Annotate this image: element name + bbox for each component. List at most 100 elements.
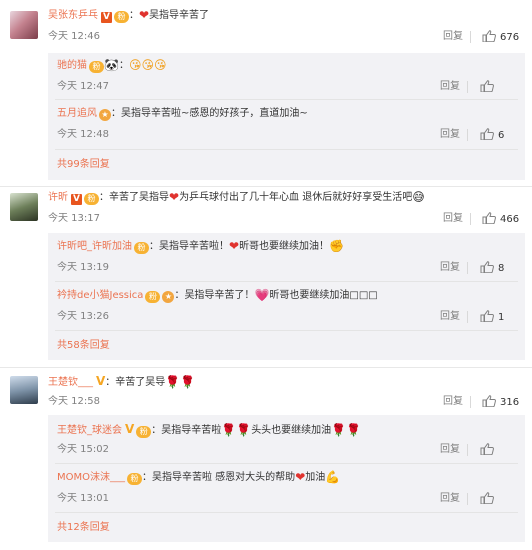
comment-header: 吴张东乒乓 V 粉：❤吴指导辛苦了: [48, 8, 209, 24]
reply-text-2: 昕哥也要继续加油！: [239, 241, 330, 252]
colon-separator: ：: [151, 425, 162, 436]
heart-emoji-icon: ❤: [295, 470, 306, 484]
thumbs-up-icon: [480, 443, 494, 455]
reply-button[interactable]: 回复: [440, 80, 460, 94]
colon-separator: ：: [99, 192, 109, 203]
comment-text: 辛苦了吴指导: [109, 192, 169, 203]
like-button[interactable]: 8: [480, 261, 504, 276]
reply-username-link[interactable]: 五月追风: [57, 108, 97, 119]
grin-emoji-icon: 😅: [412, 190, 425, 204]
reply-button[interactable]: 回复: [440, 492, 460, 506]
like-button[interactable]: 316: [482, 395, 519, 410]
like-button[interactable]: 466: [482, 212, 519, 227]
heart-emoji-icon: 💗: [254, 288, 270, 302]
username-link[interactable]: 吴张东乒乓: [48, 10, 98, 21]
comment-text: 吴指导辛苦了: [149, 10, 210, 21]
heart-emoji-icon: ❤: [139, 8, 150, 22]
like-button[interactable]: [480, 492, 498, 507]
reply-text: 吴指导辛苦啦 感恩对大头的帮助: [152, 472, 296, 483]
reply-button[interactable]: 回复: [440, 310, 460, 324]
rose-emoji-icon: 🌹🌹: [331, 423, 362, 437]
fan-badge-icon: 粉: [84, 193, 99, 205]
thumbs-up-icon: [482, 30, 496, 42]
reply-divider: [55, 99, 518, 100]
like-button[interactable]: 676: [482, 30, 519, 45]
kiss-emoji-icon: 😘😘😘: [128, 58, 167, 72]
reply-text-2: 头头也要继续加油: [251, 425, 332, 436]
thumbs-up-icon: [482, 212, 496, 224]
colon-separator: ：: [142, 472, 152, 483]
comment-header: 王楚钦___ V：辛苦了吴导🌹🌹: [48, 373, 195, 391]
reply-button[interactable]: 回复: [443, 395, 463, 409]
heart-emoji-icon: ❤: [169, 190, 180, 204]
more-replies-link[interactable]: 共12条回复: [57, 521, 110, 535]
like-count: 676: [500, 32, 520, 43]
more-replies-link[interactable]: 共58条回复: [57, 339, 110, 353]
divider: [467, 311, 468, 323]
panda-emoji-icon: 🐼: [104, 58, 119, 72]
reply-username-link[interactable]: 许昕吧_许昕加油: [57, 241, 132, 252]
divider: [467, 493, 468, 505]
fan-badge-icon: 粉: [145, 291, 161, 303]
divider: [470, 31, 471, 43]
reply-button[interactable]: 回复: [443, 30, 463, 44]
reply-header: 五月追风 ★ ：吴指导辛苦啦~感恩的好孩子，直道加油~: [57, 106, 308, 122]
more-replies-link[interactable]: 共99条回复: [57, 158, 110, 172]
reply-text-2: 昕哥也要继续加油□□□: [269, 290, 378, 301]
heart-emoji-icon: ❤: [229, 239, 240, 253]
reply-button[interactable]: 回复: [440, 128, 460, 142]
username-link[interactable]: 许昕: [48, 192, 68, 203]
reply-time: 今天 13:26: [57, 311, 109, 322]
like-button[interactable]: [480, 80, 498, 95]
like-button[interactable]: 1: [480, 310, 504, 325]
username-link[interactable]: 王楚钦___: [48, 377, 93, 388]
reply-text: 吴指导辛苦啦~感恩的好孩子，直道加油~: [121, 108, 308, 119]
reply-username-link[interactable]: 衿持de小猫Jessica: [57, 290, 143, 301]
verified-v-icon: V: [125, 422, 135, 436]
reply-divider: [55, 512, 518, 513]
reply-time: 今天 15:02: [57, 444, 109, 455]
avatar[interactable]: [10, 193, 38, 221]
reply-button[interactable]: 回复: [443, 212, 463, 226]
reply-username-link[interactable]: 王楚钦_球迷会: [57, 425, 122, 436]
divider: [470, 213, 471, 225]
comment-divider: [0, 186, 532, 187]
thumbs-up-icon: [480, 492, 494, 504]
reply-button[interactable]: 回复: [440, 443, 460, 457]
reply-username-link[interactable]: MOMO沫沫___: [57, 472, 125, 483]
rose-emoji-icon: 🌹🌹: [221, 423, 252, 437]
reply-time: 今天 12:47: [57, 81, 109, 92]
colon-separator: ：: [129, 10, 139, 21]
comment-time: 今天 13:17: [48, 213, 100, 224]
comment-header: 许昕 V 粉：辛苦了吴指导❤为乒乓球付出了几十年心血 退休后就好好享受生活吧😅: [48, 190, 425, 206]
divider: [467, 129, 468, 141]
divider: [467, 81, 468, 93]
reply-divider: [55, 281, 518, 282]
colon-separator: ：: [149, 241, 159, 252]
fist-emoji-icon: ✊: [329, 239, 345, 253]
reply-time: 今天 12:48: [57, 129, 109, 140]
thumbs-up-icon: [480, 80, 494, 92]
colon-separator: ：: [111, 108, 121, 119]
thumbs-up-icon: [480, 128, 494, 140]
reply-header: 驰的猫粉 🐼：😘😘😘: [57, 58, 166, 74]
reply-text: 吴指导辛苦了！: [184, 290, 255, 301]
fan-badge-icon: 粉: [127, 473, 142, 485]
avatar[interactable]: [10, 11, 38, 39]
verified-v-icon: V: [96, 374, 106, 388]
like-button[interactable]: 6: [480, 128, 504, 143]
flex-arm-emoji-icon: 💪: [325, 470, 341, 484]
fan-badge-icon: 粉: [89, 61, 104, 73]
reply-button[interactable]: 回复: [440, 261, 460, 275]
colon-separator: ：: [174, 290, 185, 301]
reply-username-link[interactable]: 驰的猫: [57, 60, 87, 71]
reply-header: MOMO沫沫___ 粉：吴指导辛苦啦 感恩对大头的帮助❤加油💪: [57, 470, 340, 486]
like-button[interactable]: [480, 443, 498, 458]
reply-text-2: 加油: [305, 472, 326, 483]
thumbs-up-icon: [480, 310, 494, 322]
reply-divider: [55, 330, 518, 331]
divider: [467, 262, 468, 274]
avatar[interactable]: [10, 376, 38, 404]
like-count: 466: [500, 214, 520, 225]
reply-header: 王楚钦_球迷会 V 粉：吴指导辛苦啦🌹🌹头头也要继续加油🌹🌹: [57, 421, 361, 439]
